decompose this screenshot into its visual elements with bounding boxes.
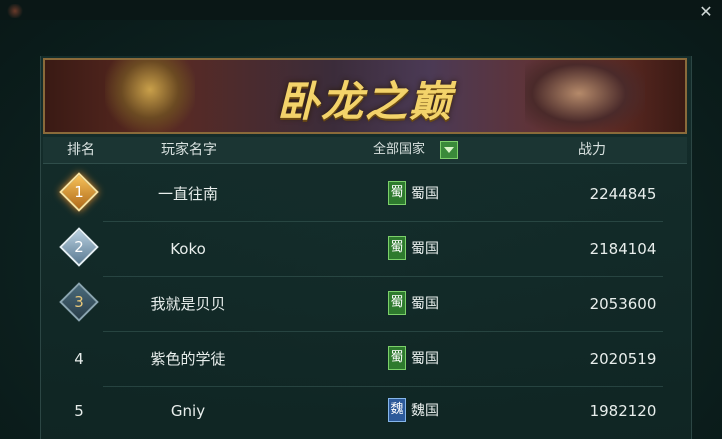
player-name: 一直往南 — [157, 185, 218, 203]
country-name: 魏国 — [411, 403, 439, 419]
country-filter-label[interactable]: 全部国家 — [373, 137, 425, 163]
country-name: 蜀国 — [411, 241, 439, 257]
power-value: 2053600 — [589, 295, 657, 313]
country-filter-dropdown-icon[interactable] — [440, 141, 458, 159]
close-icon[interactable]: ✕ — [698, 4, 714, 20]
header-power: 战力 — [578, 142, 606, 158]
player-name: 紫色的学徒 — [150, 350, 226, 368]
banner-title: 卧龙之巅 — [276, 77, 453, 126]
player-name: Koko — [170, 240, 206, 258]
rank-number: 2 — [74, 238, 84, 256]
leaderboard-banner: 卧龙之巅 — [43, 58, 687, 134]
header-rank: 排名 — [67, 142, 95, 158]
shu-flag-icon: 蜀 — [388, 181, 406, 205]
table-row[interactable]: 1 一直往南 蜀 蜀国 2244845 — [43, 167, 687, 222]
player-name: 我就是贝贝 — [150, 295, 226, 313]
table-row[interactable]: 2 Koko 蜀 蜀国 2184104 — [43, 222, 687, 277]
corner-ember-decoration — [6, 4, 24, 18]
rank-number: 1 — [74, 183, 84, 201]
shu-flag-icon: 蜀 — [388, 291, 406, 315]
country-name: 蜀国 — [411, 296, 439, 312]
table-row[interactable]: 4 紫色的学徒 蜀 蜀国 2020519 — [43, 332, 687, 387]
country-name: 蜀国 — [411, 351, 439, 367]
rank-number: 4 — [74, 350, 84, 368]
country-name: 蜀国 — [411, 186, 439, 202]
power-value: 2184104 — [589, 240, 657, 258]
power-value: 2244845 — [589, 185, 657, 203]
player-name: Gniy — [170, 402, 206, 420]
wei-flag-icon: 魏 — [388, 398, 406, 422]
table-row[interactable]: 5 Gniy 魏 魏国 1982120 — [43, 384, 687, 439]
rank-number: 5 — [74, 402, 84, 420]
power-value: 2020519 — [589, 350, 657, 368]
header-player-name: 玩家名字 — [161, 142, 217, 158]
table-header: 排名 玩家名字 全部国家 战力 — [43, 137, 687, 164]
table-row[interactable]: 3 我就是贝贝 蜀 蜀国 2053600 — [43, 277, 687, 332]
rank-number: 3 — [74, 293, 84, 311]
shu-flag-icon: 蜀 — [388, 236, 406, 260]
power-value: 1982120 — [589, 402, 657, 420]
top-bar — [0, 0, 722, 20]
shu-flag-icon: 蜀 — [388, 346, 406, 370]
